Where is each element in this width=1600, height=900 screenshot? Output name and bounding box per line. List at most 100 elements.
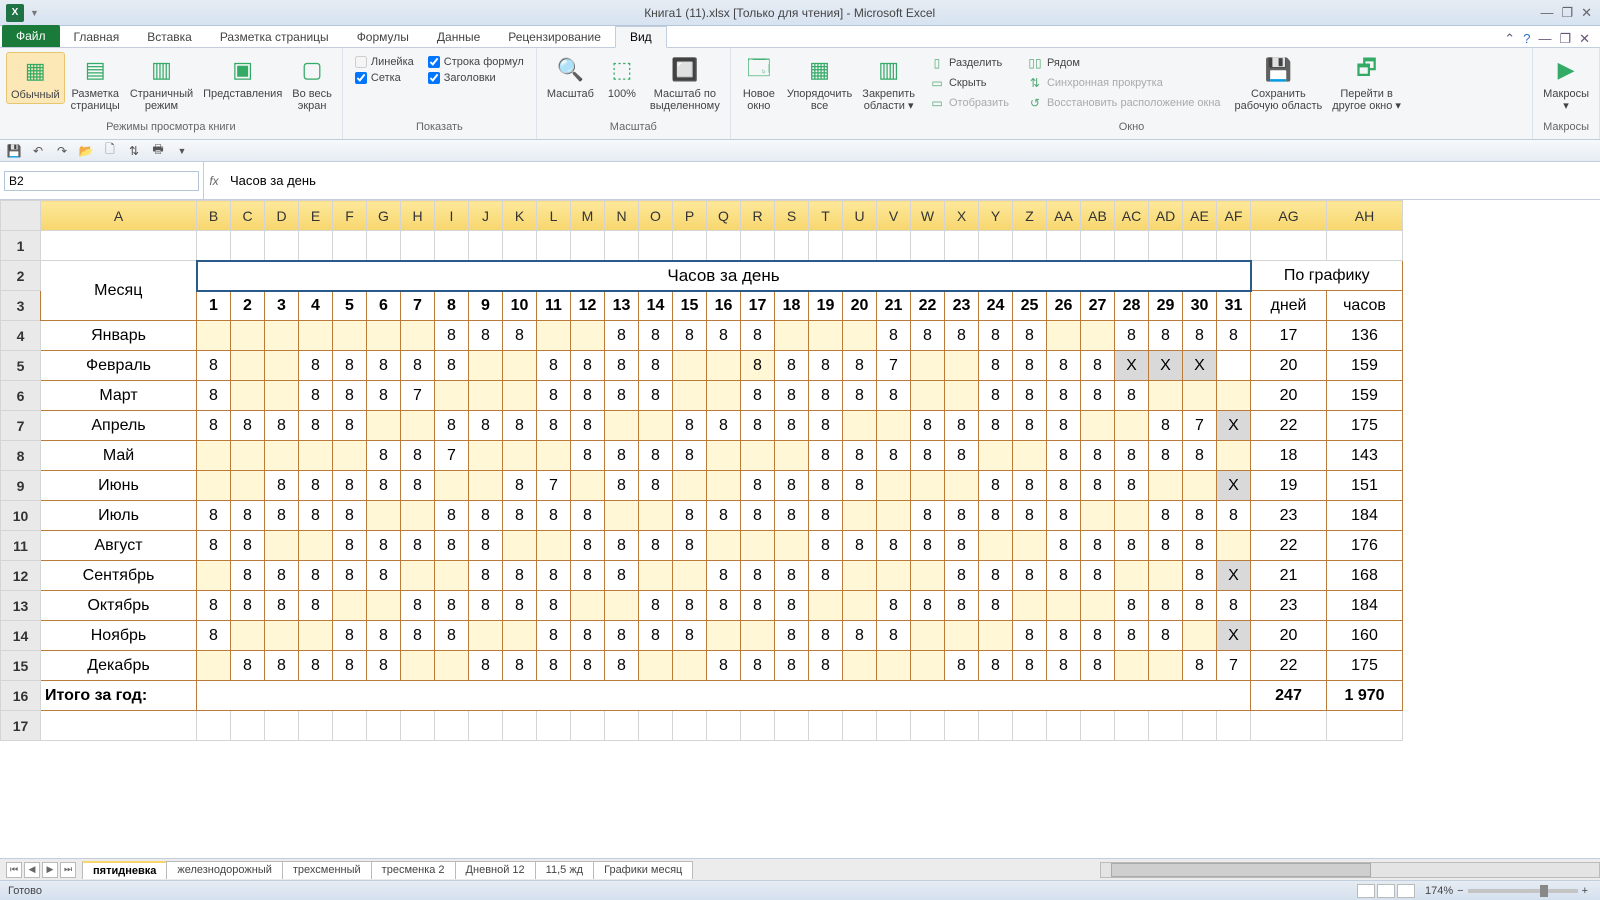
cell[interactable]: 8: [1013, 411, 1047, 441]
cell[interactable]: [979, 711, 1013, 741]
cell[interactable]: 13: [605, 291, 639, 321]
cell[interactable]: 8: [945, 651, 979, 681]
cell[interactable]: 8: [469, 561, 503, 591]
gridlines-checkbox[interactable]: Сетка: [355, 72, 414, 84]
cell[interactable]: [605, 591, 639, 621]
cell[interactable]: [1081, 321, 1115, 351]
cell[interactable]: 8: [707, 561, 741, 591]
cell[interactable]: 30: [1183, 291, 1217, 321]
cell[interactable]: 8: [469, 411, 503, 441]
column-header[interactable]: B: [197, 201, 231, 231]
cell[interactable]: 8: [197, 531, 231, 561]
cell[interactable]: [1013, 441, 1047, 471]
sheet-nav-next-icon[interactable]: ▶: [42, 862, 58, 878]
cell[interactable]: [333, 321, 367, 351]
cell[interactable]: 8: [333, 501, 367, 531]
cell[interactable]: 8: [775, 351, 809, 381]
cell[interactable]: [1047, 591, 1081, 621]
column-header[interactable]: AH: [1327, 201, 1403, 231]
cell[interactable]: [197, 651, 231, 681]
cell[interactable]: [1081, 711, 1115, 741]
cell[interactable]: 8: [809, 441, 843, 471]
row-header[interactable]: 17: [1, 711, 41, 741]
arrange-all-button[interactable]: ▦Упорядочить все: [783, 52, 856, 114]
cell[interactable]: [911, 621, 945, 651]
cell[interactable]: 8: [1081, 651, 1115, 681]
row-header[interactable]: 12: [1, 561, 41, 591]
cell[interactable]: 8: [435, 351, 469, 381]
cell[interactable]: 8: [605, 531, 639, 561]
cell[interactable]: X: [1183, 351, 1217, 381]
split-button[interactable]: ▯Разделить: [925, 54, 1013, 72]
cell[interactable]: 8: [537, 411, 571, 441]
cell[interactable]: [1115, 651, 1149, 681]
cell[interactable]: [1183, 711, 1217, 741]
cell[interactable]: 8: [401, 531, 435, 561]
cell[interactable]: 168: [1327, 561, 1403, 591]
cell[interactable]: [1327, 711, 1403, 741]
cell[interactable]: 8: [1149, 621, 1183, 651]
cell[interactable]: 8: [1149, 411, 1183, 441]
cell[interactable]: 8: [843, 621, 877, 651]
cell[interactable]: 22: [1251, 651, 1327, 681]
cell[interactable]: 8: [435, 591, 469, 621]
column-header[interactable]: AE: [1183, 201, 1217, 231]
cell[interactable]: Ноябрь: [41, 621, 197, 651]
cell[interactable]: [469, 441, 503, 471]
cell[interactable]: 8: [299, 651, 333, 681]
cell[interactable]: 12: [571, 291, 605, 321]
cell[interactable]: [979, 531, 1013, 561]
cell[interactable]: 8: [979, 381, 1013, 411]
cell[interactable]: 8: [605, 621, 639, 651]
cell[interactable]: [741, 621, 775, 651]
cell[interactable]: [911, 471, 945, 501]
cell[interactable]: [809, 231, 843, 261]
help-icon[interactable]: ?: [1523, 31, 1530, 47]
cell[interactable]: [1013, 231, 1047, 261]
qat-more-icon[interactable]: ▼: [174, 143, 190, 159]
cell[interactable]: Апрель: [41, 411, 197, 441]
cell[interactable]: 20: [1251, 621, 1327, 651]
sheet-tab[interactable]: тресменка 2: [371, 861, 456, 879]
cell[interactable]: Август: [41, 531, 197, 561]
zoom-slider-thumb[interactable]: [1540, 885, 1548, 897]
cell[interactable]: 8: [299, 351, 333, 381]
cell[interactable]: 8: [265, 501, 299, 531]
full-screen-button[interactable]: ▢Во весь экран: [288, 52, 336, 114]
cell[interactable]: [299, 531, 333, 561]
column-header[interactable]: M: [571, 201, 605, 231]
row-header[interactable]: 14: [1, 621, 41, 651]
cell[interactable]: 8: [1115, 381, 1149, 411]
cell[interactable]: Итого за год:: [41, 681, 197, 711]
cell[interactable]: [333, 231, 367, 261]
column-header[interactable]: O: [639, 201, 673, 231]
cell[interactable]: [741, 531, 775, 561]
cell[interactable]: [231, 621, 265, 651]
cell[interactable]: [469, 621, 503, 651]
cell[interactable]: [197, 471, 231, 501]
cell[interactable]: 8: [197, 351, 231, 381]
cell[interactable]: 160: [1327, 621, 1403, 651]
cell[interactable]: [401, 411, 435, 441]
cell[interactable]: X: [1149, 351, 1183, 381]
cell[interactable]: 8: [503, 321, 537, 351]
doc-restore-icon[interactable]: ❐: [1559, 31, 1571, 47]
cell[interactable]: 8: [911, 531, 945, 561]
cell[interactable]: [299, 321, 333, 351]
cell[interactable]: 8: [503, 471, 537, 501]
cell[interactable]: 8: [537, 621, 571, 651]
cell[interactable]: 8: [809, 381, 843, 411]
cell[interactable]: 19: [809, 291, 843, 321]
cell[interactable]: 8: [707, 591, 741, 621]
cell[interactable]: 8: [809, 561, 843, 591]
cell[interactable]: 23: [1251, 501, 1327, 531]
cell[interactable]: 8: [911, 501, 945, 531]
cell[interactable]: [265, 441, 299, 471]
new-icon[interactable]: 🗋: [102, 143, 118, 159]
close-icon[interactable]: ✕: [1581, 5, 1592, 21]
fx-icon[interactable]: fx: [204, 174, 224, 188]
cell[interactable]: [1047, 231, 1081, 261]
cell[interactable]: 8: [707, 501, 741, 531]
column-header[interactable]: I: [435, 201, 469, 231]
cell[interactable]: [41, 711, 197, 741]
